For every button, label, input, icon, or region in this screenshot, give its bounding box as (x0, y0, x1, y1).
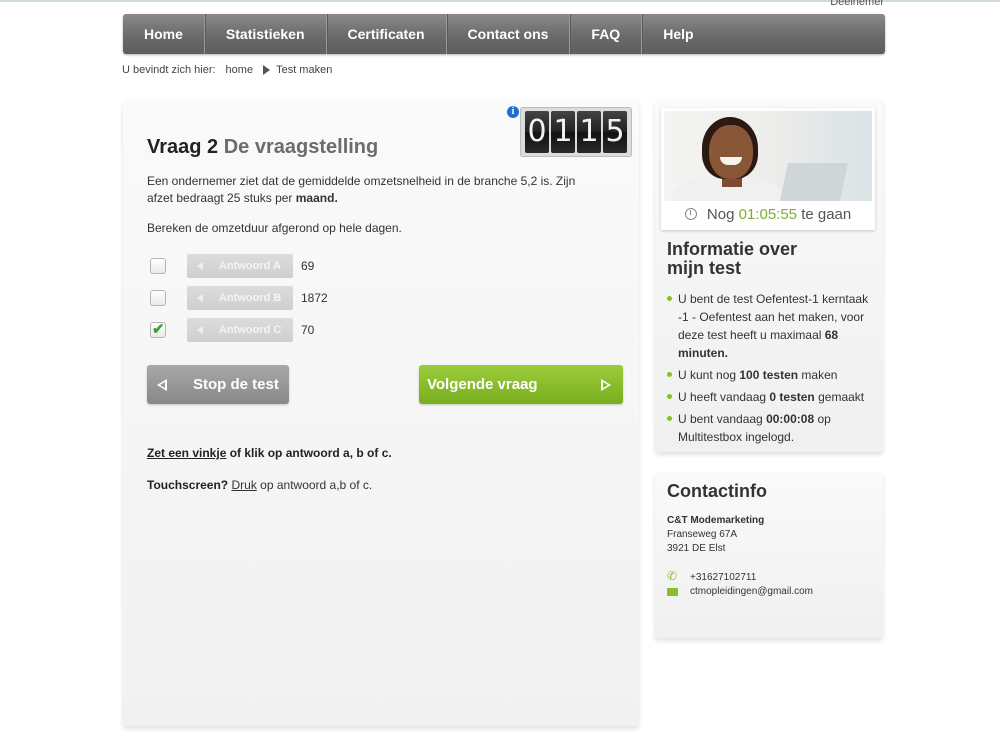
counter-digit: 0 (525, 111, 549, 153)
answer-button-b[interactable]: Antwoord B (187, 286, 293, 310)
arrow-right-icon (601, 378, 611, 391)
info-title: Informatie over mijn test (667, 240, 797, 278)
counter-digit: 1 (577, 111, 601, 153)
answer-button-label: Antwoord B (219, 292, 282, 304)
timer-suffix: te gaan (801, 206, 852, 223)
clock-icon (684, 208, 697, 220)
breadcrumb: U bevindt zich hier: home Test maken (122, 64, 332, 76)
info-icon[interactable]: i (507, 106, 519, 118)
contact-panel: Contactinfo C&T Modemarketing Franseweg … (655, 472, 883, 638)
counter-digit: 5 (603, 111, 627, 153)
nav-item-certificaten[interactable]: Certificaten (327, 14, 447, 54)
timer-card: Nog 01:05:55 te gaan (661, 108, 875, 230)
question-heading: De vraagstelling (223, 136, 379, 158)
list-item: U bent de test Oefentest-1 kerntaak -1 -… (667, 290, 873, 362)
question-title: Vraag 2 De vraagstelling (147, 136, 378, 159)
answer-button-a[interactable]: Antwoord A (187, 254, 293, 278)
arrow-left-icon (197, 294, 203, 302)
answer-button-c[interactable]: Antwoord C (187, 318, 293, 342)
contact-company: C&T Modemarketing (667, 515, 765, 526)
answer-checkbox-a[interactable] (150, 258, 166, 274)
time-remaining: Nog 01:05:55 te gaan (661, 206, 875, 223)
answer-row-b: Antwoord B 1872 (150, 286, 328, 310)
question-counter: 0 1 1 5 (520, 107, 632, 157)
hint-touchscreen-label: Touchscreen? (147, 478, 229, 492)
contact-address: C&T Modemarketing Franseweg 67A 3921 DE … (667, 514, 764, 556)
question-number: Vraag 2 (147, 136, 219, 158)
contact-street: Franseweg 67A (667, 529, 738, 540)
main-navigation: Home Statistieken Certificaten Contact o… (123, 14, 885, 54)
user-role-label: Deelnemer (830, 0, 884, 8)
question-instruction: Bereken de omzetduur afgerond op hele da… (147, 221, 402, 235)
info-list: U bent de test Oefentest-1 kerntaak -1 -… (667, 290, 873, 450)
contact-email-row: ctmopleidingen@gmail.com (667, 586, 813, 597)
timer-value: 01:05:55 (738, 206, 798, 223)
next-question-button[interactable]: Volgende vraag (419, 365, 623, 404)
checkmark-icon: ✔ (152, 321, 165, 338)
hint-checkbox-link[interactable]: Zet een vinkje (147, 446, 226, 460)
nav-item-help[interactable]: Help (642, 14, 714, 54)
hint-touchscreen: Touchscreen? Druk op antwoord a,b of c. (147, 478, 372, 492)
contact-title: Contactinfo (667, 481, 767, 501)
answer-row-a: Antwoord A 69 (150, 254, 314, 278)
stop-test-button[interactable]: Stop de test (147, 365, 289, 404)
question-text-body: Een ondernemer ziet dat de gemiddelde om… (147, 174, 576, 205)
list-item: U bent vandaag 00:00:08 op Multitestbox … (667, 410, 873, 446)
breadcrumb-current: Test maken (276, 64, 333, 76)
contact-phone: +31627102711 (690, 572, 757, 583)
mail-icon (667, 587, 678, 596)
question-text-bold: maand. (295, 191, 338, 205)
hint-touchscreen-link[interactable]: Druk (231, 478, 256, 492)
answer-checkbox-c[interactable]: ✔ (150, 321, 166, 338)
question-panel: i 0 1 1 5 Vraag 2 De vraagstelling Een o… (123, 100, 639, 726)
answer-value-c: 70 (301, 323, 315, 337)
arrow-left-icon (197, 262, 203, 270)
answer-button-label: Antwoord A (219, 260, 281, 272)
nav-item-home[interactable]: Home (123, 14, 205, 54)
breadcrumb-home-link[interactable]: home (226, 64, 254, 76)
test-info-panel: Nog 01:05:55 te gaan Informatie over mij… (655, 100, 883, 452)
counter-digit: 1 (551, 111, 575, 153)
nav-item-statistieken[interactable]: Statistieken (205, 14, 327, 54)
answer-value-a: 69 (301, 259, 315, 273)
contact-phone-row: +31627102711 (667, 569, 757, 583)
breadcrumb-prefix: U bevindt zich hier: (122, 64, 216, 76)
hint-checkbox-text: of klik op antwoord a, b of c. (226, 446, 392, 460)
info-title-line2: mijn test (667, 258, 742, 278)
next-question-label: Volgende vraag (427, 376, 538, 393)
arrow-left-icon (197, 326, 203, 334)
list-item: U heeft vandaag 0 testen gemaakt (667, 388, 873, 406)
list-item: U kunt nog 100 testen maken (667, 366, 873, 384)
answer-checkbox-b[interactable] (150, 290, 166, 306)
answer-button-label: Antwoord C (219, 324, 282, 336)
nav-item-contact[interactable]: Contact ons (447, 14, 571, 54)
phone-icon (667, 569, 678, 583)
answer-value-b: 1872 (301, 291, 328, 305)
question-text: Een ondernemer ziet dat de gemiddelde om… (147, 173, 587, 207)
breadcrumb-arrow-icon (263, 65, 271, 75)
timer-prefix: Nog (706, 206, 735, 223)
contact-email[interactable]: ctmopleidingen@gmail.com (690, 586, 813, 597)
hint-checkbox: Zet een vinkje of klik op antwoord a, b … (147, 446, 392, 460)
stop-test-label: Stop de test (193, 376, 279, 393)
answer-row-c: ✔ Antwoord C 70 (150, 318, 314, 342)
hint-touchscreen-text: op antwoord a,b of c. (256, 478, 373, 492)
support-photo (664, 111, 872, 201)
nav-item-faq[interactable]: FAQ (570, 14, 643, 54)
contact-city: 3921 DE Elst (667, 543, 726, 554)
info-title-line1: Informatie over (667, 239, 798, 259)
arrow-left-icon (157, 378, 167, 391)
